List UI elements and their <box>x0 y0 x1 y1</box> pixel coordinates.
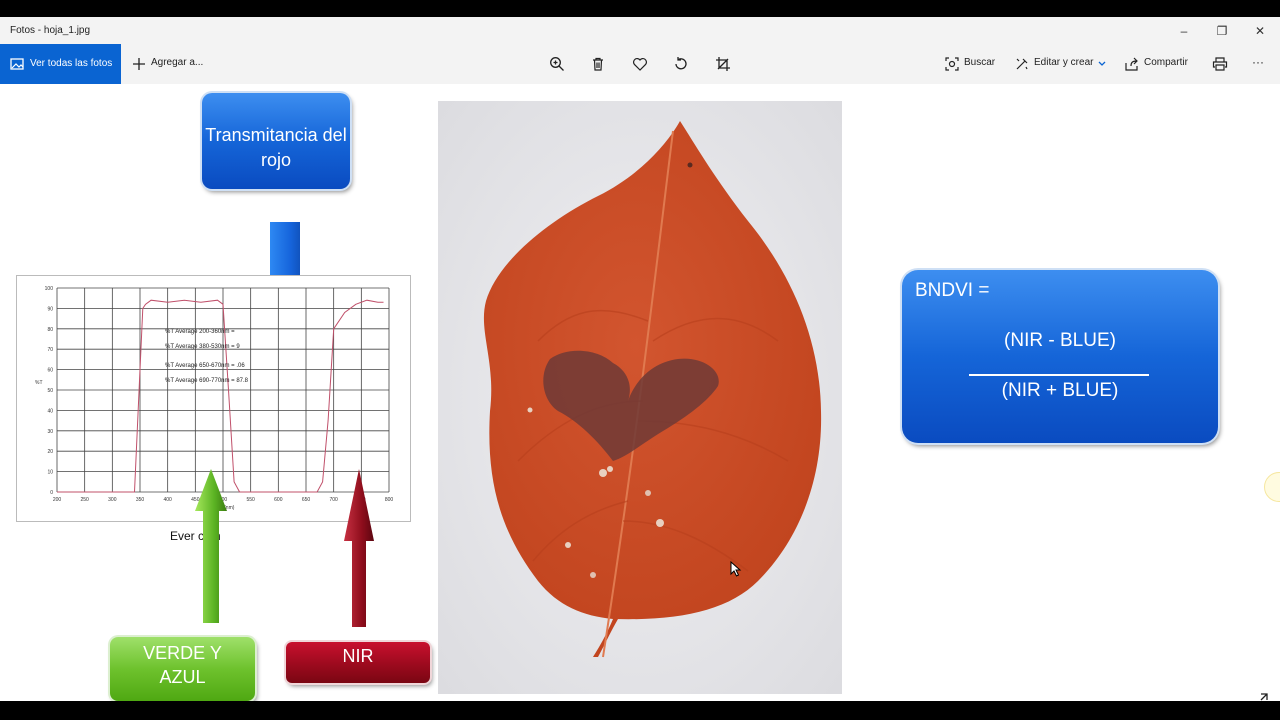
y-tick-label: 90 <box>47 306 53 312</box>
bndvi-numerator: (NIR - BLUE) <box>1004 330 1116 351</box>
close-button[interactable]: ✕ <box>1248 21 1272 41</box>
chart-annotation: %T Average 380-530nm = 9 <box>165 344 240 350</box>
x-tick-label: 300 <box>108 497 117 503</box>
y-tick-label: 100 <box>45 286 54 292</box>
share-button[interactable]: Compartir <box>1123 44 1193 84</box>
share-label: Compartir <box>1144 57 1188 68</box>
nir-label: NIR <box>342 646 374 666</box>
chevron-down-icon <box>1098 61 1106 66</box>
heart-icon[interactable] <box>632 56 648 72</box>
chart-annotation: %T Average 650-670nm = .06 <box>165 363 245 369</box>
nir-box: NIR <box>286 642 430 683</box>
plus-icon <box>133 58 145 70</box>
crop-icon[interactable] <box>715 56 731 72</box>
green-blue-arrow <box>195 469 227 623</box>
y-tick-label: 60 <box>47 368 53 374</box>
x-tick-label: 200 <box>53 497 62 503</box>
window-title: Fotos - hoja_1.jpg <box>10 25 91 36</box>
nir-arrow <box>344 469 374 627</box>
photos-app-window: Fotos - hoja_1.jpg – ❐ ✕ Ver todas las f… <box>0 17 1280 701</box>
chart-annotation: %T Average 690-770nm = 87.8 <box>165 378 249 384</box>
x-tick-label: 650 <box>302 497 311 503</box>
x-tick-label: 600 <box>274 497 283 503</box>
mouse-cursor-icon <box>730 561 742 577</box>
verde-azul-box: VERDE Y AZUL <box>110 637 255 701</box>
transmitancia-box: Transmitancia del rojo <box>202 93 350 189</box>
add-to-button[interactable]: Agregar a... <box>128 44 208 84</box>
zoom-in-icon[interactable] <box>549 56 565 72</box>
trash-icon[interactable] <box>590 56 606 72</box>
y-axis-label: %T <box>35 380 43 386</box>
picture-icon <box>10 58 24 70</box>
more-options-button[interactable]: ··· <box>1252 55 1264 69</box>
restore-button[interactable]: ❐ <box>1210 21 1234 41</box>
x-tick-label: 350 <box>136 497 145 503</box>
photo-view: Transmitancia del rojo 200 250 300 350 400 45… <box>0 84 1280 701</box>
bndvi-denominator: (NIR + BLUE) <box>1001 380 1119 401</box>
x-tick-label: 800 <box>385 497 394 503</box>
view-all-label: Ver todas las fotos <box>30 58 113 69</box>
chart-annotation: %T Average 200-360nm = <box>165 329 235 335</box>
edit-create-label: Editar y crear <box>1034 57 1094 68</box>
print-icon[interactable] <box>1212 56 1228 72</box>
y-tick-label: 70 <box>47 347 53 353</box>
search-label: Buscar <box>964 57 996 68</box>
bndvi-formula-box: BNDVI = (NIR - BLUE) (NIR + BLUE) <box>902 270 1218 443</box>
y-tick-label: 40 <box>47 408 53 414</box>
add-to-label: Agregar a... <box>151 57 204 68</box>
yellow-indicator <box>1264 472 1280 502</box>
x-tick-label: 400 <box>163 497 172 503</box>
share-icon <box>1125 57 1138 71</box>
rotate-icon[interactable] <box>673 56 689 72</box>
title-bar: Fotos - hoja_1.jpg – ❐ ✕ <box>0 17 1280 44</box>
verde-azul-label: VERDE Y AZUL <box>143 643 222 687</box>
minimize-button[interactable]: – <box>1172 21 1196 41</box>
x-tick-label: 250 <box>80 497 89 503</box>
x-tick-label: 700 <box>329 497 338 503</box>
y-tick-label: 0 <box>50 490 53 496</box>
x-tick-label: 550 <box>246 497 255 503</box>
edit-wand-icon <box>1016 58 1028 70</box>
leaf-photo <box>438 101 842 694</box>
y-tick-label: 30 <box>47 429 53 435</box>
view-all-photos-button[interactable]: Ver todas las fotos <box>0 44 121 84</box>
edit-create-button[interactable]: Editar y crear <box>1013 44 1109 84</box>
bndvi-lhs: BNDVI = <box>915 280 990 301</box>
y-tick-label: 10 <box>47 470 53 476</box>
search-button[interactable]: Buscar <box>943 44 1003 84</box>
visual-search-icon <box>945 57 959 71</box>
toolbar: Ver todas las fotos Agregar a... Buscar … <box>0 44 1280 84</box>
leaf-image <box>438 101 842 694</box>
transmitancia-label: Transmitancia del rojo <box>205 125 347 170</box>
fraction-bar <box>969 374 1149 376</box>
fullscreen-icon[interactable] <box>1252 693 1268 701</box>
y-tick-label: 80 <box>47 327 53 333</box>
y-tick-label: 50 <box>47 388 53 394</box>
y-tick-label: 20 <box>47 449 53 455</box>
